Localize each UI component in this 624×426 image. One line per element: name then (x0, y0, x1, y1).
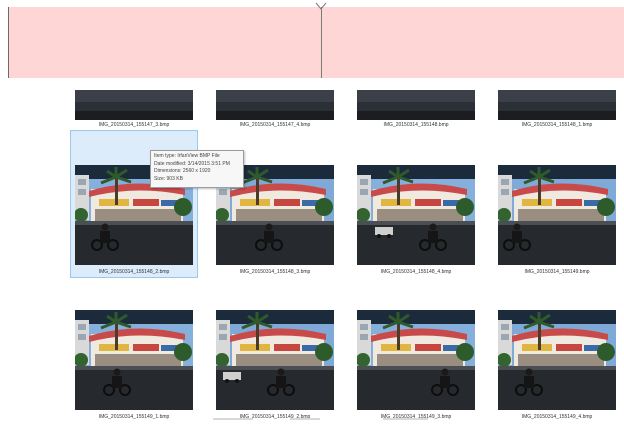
file-tile[interactable]: IMG_20150314_155148.bmp (353, 86, 479, 134)
file-thumbnail[interactable] (357, 90, 475, 120)
file-tile[interactable]: IMG_20150314_155147_4.bmp (212, 86, 338, 134)
file-thumbnail[interactable] (357, 165, 475, 265)
tooltip-dimensions: Dimensions: 2560 x 1920 (154, 168, 211, 174)
file-tile[interactable]: IMG_20150314_155147_3.bmp (71, 86, 197, 134)
file-name-label: IMG_20150314_155147_3.bmp (98, 122, 170, 128)
file-thumbnail[interactable] (357, 310, 475, 410)
banner-divider (321, 7, 322, 78)
file-thumbnail[interactable] (498, 90, 616, 120)
file-name-label: IMG_20150314_155147_4.bmp (239, 122, 311, 128)
cropped-text-fragment (290, 418, 320, 420)
file-tile[interactable]: IMG_20150314_155149_2.bmp (212, 276, 338, 422)
tooltip-size: Size: 903 KB (154, 175, 183, 182)
file-name-label: IMG_20150314_155148_4.bmp (380, 269, 452, 275)
tooltip-item-type: Item type: IrfanView BMP File (154, 153, 220, 159)
file-thumbnail[interactable] (498, 165, 616, 265)
file-name-label: IMG_20150314_155148.bmp (383, 122, 449, 128)
file-name-label: IMG_20150314_155149.bmp (524, 269, 590, 275)
file-thumbnail[interactable] (216, 310, 334, 410)
file-thumbnail[interactable] (216, 90, 334, 120)
file-tile[interactable]: IMG_20150314_155149_3.bmp (353, 276, 479, 422)
file-thumbnail[interactable] (498, 310, 616, 410)
file-tile[interactable]: IMG_20150314_155149_4.bmp (494, 276, 620, 422)
cropped-text-fragment (213, 418, 253, 420)
cropped-text-fragment (383, 418, 428, 420)
file-name-label: IMG_20150314_155149_4.bmp (521, 414, 593, 420)
file-tile[interactable]: IMG_20150314_155149_1.bmp (71, 276, 197, 422)
file-name-label: IMG_20150314_155148_1.bmp (521, 122, 593, 128)
top-banner-right (322, 7, 624, 78)
tooltip-date-modified: Date modified: 3/14/2015 3:51 PM (154, 160, 230, 167)
file-name-label: IMG_20150314_155148_3.bmp (239, 269, 311, 275)
file-thumbnail[interactable] (75, 90, 193, 120)
top-banner-left (8, 7, 322, 78)
file-tile[interactable]: IMG_20150314_155148_1.bmp (494, 86, 620, 134)
file-explorer-window: IMG_20150314_155147_3.bmp IMG_20150314_15… (0, 0, 624, 426)
file-name-label: IMG_20150314_155148_2.bmp (98, 269, 170, 275)
file-tile[interactable]: IMG_20150314_155149.bmp (494, 131, 620, 277)
file-info-tooltip: Item type: IrfanView BMP File Date modif… (150, 150, 244, 188)
chevron-down-icon (315, 2, 327, 10)
file-thumbnail[interactable] (75, 310, 193, 410)
file-tile[interactable]: IMG_20150314_155148_4.bmp (353, 131, 479, 277)
file-name-label: IMG_20150314_155149_1.bmp (98, 414, 170, 420)
